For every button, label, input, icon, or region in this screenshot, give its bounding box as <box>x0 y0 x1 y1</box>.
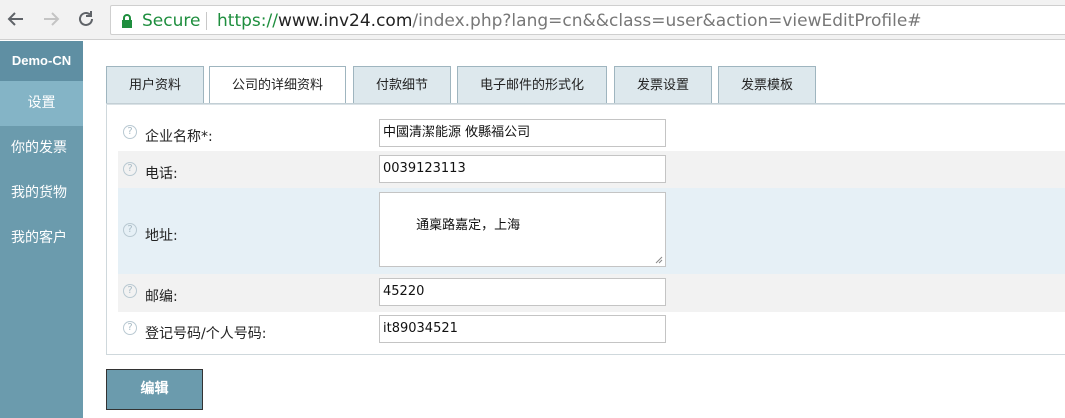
address-textarea[interactable]: 通稟路嘉定，上海 <box>379 192 666 267</box>
form-row-address: ? 地址: 通稟路嘉定，上海 <box>118 188 1065 274</box>
form-row-company-name: ? 企业名称*: 中國清潔能源 攸縣福公司 <box>118 115 1065 151</box>
url-text: https://www.inv24.com/index.php?lang=cn&… <box>217 11 922 31</box>
help-icon[interactable]: ? <box>123 321 137 335</box>
url-path: /index.php?lang=cn&&class=user&action=vi… <box>412 11 922 31</box>
help-icon[interactable]: ? <box>123 223 137 237</box>
tab-invoice-templates[interactable]: 发票模板 <box>718 66 816 103</box>
form-row-postcode: ? 邮编: 45220 <box>118 274 1065 312</box>
sidebar-item-settings[interactable]: 设置 <box>0 81 83 126</box>
postcode-input[interactable]: 45220 <box>379 278 666 306</box>
form-row-registration: ? 登记号码/个人号码: it89034521 <box>118 312 1065 348</box>
address-bar[interactable]: Secure https://www.inv24.com/index.php?l… <box>110 5 1065 35</box>
address-label: 地址: <box>145 228 178 244</box>
registration-input[interactable]: it89034521 <box>379 315 666 343</box>
secure-label: Secure <box>142 11 201 31</box>
brand-label: Demo-CN <box>0 41 83 81</box>
forward-arrow-icon[interactable] <box>39 7 63 31</box>
phone-label: 电话: <box>145 166 178 182</box>
browser-toolbar: Secure https://www.inv24.com/index.php?l… <box>0 0 1065 40</box>
sidebar-item-customers[interactable]: 我的客户 <box>0 216 83 261</box>
reload-icon[interactable] <box>74 7 98 31</box>
company-name-input[interactable]: 中國清潔能源 攸縣福公司 <box>379 119 666 147</box>
phone-input[interactable]: 0039123113 <box>379 155 666 183</box>
tab-email-format[interactable]: 电子邮件的形式化 <box>457 66 607 103</box>
tab-user-profile[interactable]: 用户资料 <box>106 66 204 103</box>
sidebar: Demo-CN 设置 你的发票 我的货物 我的客户 <box>0 41 83 418</box>
tab-company-details[interactable]: 公司的详细资料 <box>209 66 346 104</box>
address-separator <box>206 12 207 30</box>
edit-button[interactable]: 编辑 <box>106 369 203 410</box>
main-content: 用户资料 公司的详细资料 付款细节 电子邮件的形式化 发票设置 发票模板 ? 企… <box>83 41 1065 418</box>
tab-payment-details[interactable]: 付款细节 <box>353 66 451 103</box>
resize-grip-icon[interactable] <box>655 256 663 264</box>
lock-icon <box>121 13 133 32</box>
tab-invoice-settings[interactable]: 发票设置 <box>614 66 712 103</box>
url-scheme: https:// <box>217 11 278 31</box>
back-arrow-icon[interactable] <box>4 7 28 31</box>
registration-label: 登记号码/个人号码: <box>145 326 267 342</box>
url-host: www.inv24.com <box>277 11 413 31</box>
company-name-label: 企业名称*: <box>145 129 213 145</box>
company-details-panel: ? 企业名称*: 中國清潔能源 攸縣福公司 ? 电话: 0039123113 ?… <box>106 105 1065 355</box>
help-icon[interactable]: ? <box>123 284 137 298</box>
address-value: 通稟路嘉定，上海 <box>416 218 521 233</box>
postcode-label: 邮编: <box>145 289 178 305</box>
help-icon[interactable]: ? <box>123 125 137 139</box>
sidebar-item-goods[interactable]: 我的货物 <box>0 171 83 216</box>
help-icon[interactable]: ? <box>123 162 137 176</box>
form-row-phone: ? 电话: 0039123113 <box>118 151 1065 188</box>
sidebar-item-invoices[interactable]: 你的发票 <box>0 126 83 171</box>
